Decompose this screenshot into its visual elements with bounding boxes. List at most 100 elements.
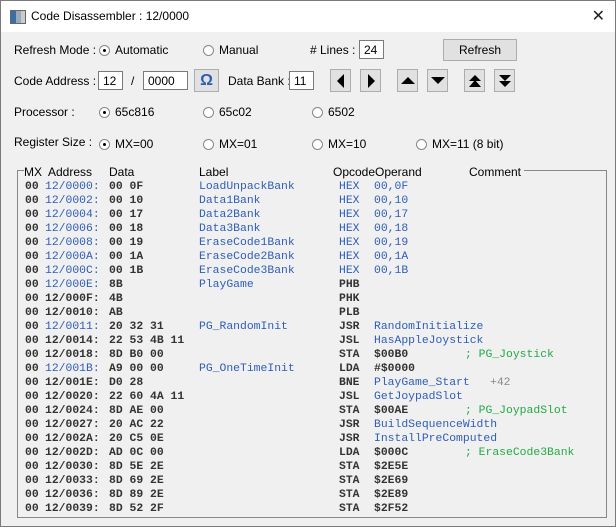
radio-label: MX=00	[115, 137, 154, 151]
cell-comment: ; EraseCode3Bank	[465, 447, 575, 459]
code-bank-input[interactable]: 12	[98, 71, 123, 90]
cell-opcode: JSL	[339, 335, 360, 347]
cell-label: Data3Bank	[199, 223, 261, 235]
cell-mx: 00	[25, 293, 39, 305]
radio-mx11[interactable]: MX=11 (8 bit)	[416, 137, 503, 151]
header-comment: Comment	[469, 165, 525, 179]
refresh-button[interactable]: Refresh	[443, 39, 517, 61]
cell-data: 8D 69 2E	[109, 475, 164, 487]
cell-operand: #$0000	[374, 363, 416, 375]
radio-mx10[interactable]: MX=10	[312, 137, 366, 151]
cell-opcode: STA	[339, 349, 360, 361]
omega-button[interactable]: Ω	[194, 69, 219, 92]
double-triangle-up-icon	[468, 74, 481, 87]
data-bank-input[interactable]: 11	[289, 71, 314, 90]
processor-label: Processor :	[14, 105, 75, 119]
cell-mx: 00	[25, 195, 39, 207]
cell-data: 00 19	[109, 237, 144, 249]
cell-label: EraseCode2Bank	[199, 251, 295, 263]
cell-address: 12/002D:	[45, 447, 100, 459]
cell-label: PG_RandomInit	[199, 321, 288, 333]
disassembly-listing[interactable]	[17, 170, 607, 518]
cell-mx: 00	[25, 461, 39, 473]
header-address: Address	[48, 165, 93, 179]
radio-65c02[interactable]: 65c02	[203, 105, 252, 119]
cell-data: 00 0F	[109, 181, 144, 193]
cell-branch-offset: +42	[490, 377, 511, 389]
scroll-down-button[interactable]	[427, 69, 448, 92]
cell-address: 12/0011:	[45, 321, 100, 333]
cell-opcode: LDA	[339, 447, 360, 459]
cell-mx: 00	[25, 377, 39, 389]
cell-data: 8B	[109, 279, 123, 291]
cell-address: 12/0027:	[45, 419, 100, 431]
cell-label: EraseCode3Bank	[199, 265, 295, 277]
cell-address: 12/0000:	[45, 181, 100, 193]
radio-automatic[interactable]: Automatic	[99, 43, 168, 57]
next-button[interactable]	[360, 69, 381, 92]
cell-opcode: STA	[339, 475, 360, 487]
scroll-up-button[interactable]	[397, 69, 418, 92]
cell-label: Data1Bank	[199, 195, 261, 207]
cell-mx: 00	[25, 209, 39, 221]
cell-opcode: PHK	[339, 293, 360, 305]
cell-mx: 00	[25, 391, 39, 403]
register-size-label: Register Size :	[14, 135, 93, 149]
cell-address: 12/0024:	[45, 405, 100, 417]
page-down-button[interactable]	[494, 69, 515, 92]
cell-address: 12/0014:	[45, 335, 100, 347]
radio-indicator	[203, 45, 214, 56]
cell-mx: 00	[25, 363, 39, 375]
close-icon[interactable]: ✕	[592, 6, 605, 26]
cell-operand: 00,18	[374, 223, 409, 235]
cell-operand: InstallPreComputed	[374, 433, 498, 445]
cell-opcode: HEX	[339, 209, 360, 221]
radio-6502[interactable]: 6502	[312, 105, 355, 119]
lines-input[interactable]: 24	[359, 40, 384, 59]
cell-operand: $00B0	[374, 349, 409, 361]
cell-data: 00 1B	[109, 265, 144, 277]
header-mx: MX	[24, 165, 42, 179]
cell-opcode: HEX	[339, 265, 360, 277]
cell-label: PlayGame	[199, 279, 254, 291]
cell-operand: $2F52	[374, 503, 409, 515]
cell-opcode: STA	[339, 489, 360, 501]
triangle-left-icon	[336, 73, 344, 88]
radio-indicator	[99, 107, 110, 118]
radio-manual[interactable]: Manual	[203, 43, 258, 57]
cell-mx: 00	[25, 237, 39, 249]
cell-data: 8D 89 2E	[109, 489, 164, 501]
radio-label: Automatic	[115, 43, 169, 57]
radio-label: 6502	[328, 105, 355, 119]
lines-label: # Lines :	[310, 43, 356, 57]
radio-65c816[interactable]: 65c816	[99, 105, 154, 119]
cell-data: 20 C5 0E	[109, 433, 164, 445]
cell-opcode: BNE	[339, 377, 360, 389]
cell-operand: 00,1B	[374, 265, 409, 277]
radio-label: MX=11 (8 bit)	[432, 137, 504, 151]
cell-opcode: STA	[339, 461, 360, 473]
cell-operand: $2E5E	[374, 461, 409, 473]
radio-indicator	[203, 139, 214, 150]
title-bar: Code Disassembler : 12/0000 ✕	[1, 1, 615, 32]
cell-data: 8D B0 00	[109, 349, 164, 361]
cell-operand: 00,1A	[374, 251, 409, 263]
radio-mx00[interactable]: MX=00	[99, 137, 153, 151]
cell-mx: 00	[25, 265, 39, 277]
data-bank-label: Data Bank :	[228, 74, 291, 88]
code-offset-input[interactable]: 0000	[143, 71, 188, 90]
cell-address: 12/0008:	[45, 237, 100, 249]
radio-mx01[interactable]: MX=01	[203, 137, 257, 151]
cell-opcode: HEX	[339, 237, 360, 249]
cell-operand: $00AE	[374, 405, 409, 417]
cell-operand: BuildSequenceWidth	[374, 419, 498, 431]
radio-label: 65c816	[115, 105, 155, 119]
cell-opcode: JSR	[339, 419, 360, 431]
cell-data: AB	[109, 307, 123, 319]
page-up-button[interactable]	[464, 69, 485, 92]
cell-data: 8D 52 2F	[109, 503, 164, 515]
cell-comment: ; PG_Joystick	[465, 349, 554, 361]
prev-button[interactable]	[330, 69, 351, 92]
radio-label: MX=10	[328, 137, 367, 151]
app-icon	[10, 10, 26, 24]
